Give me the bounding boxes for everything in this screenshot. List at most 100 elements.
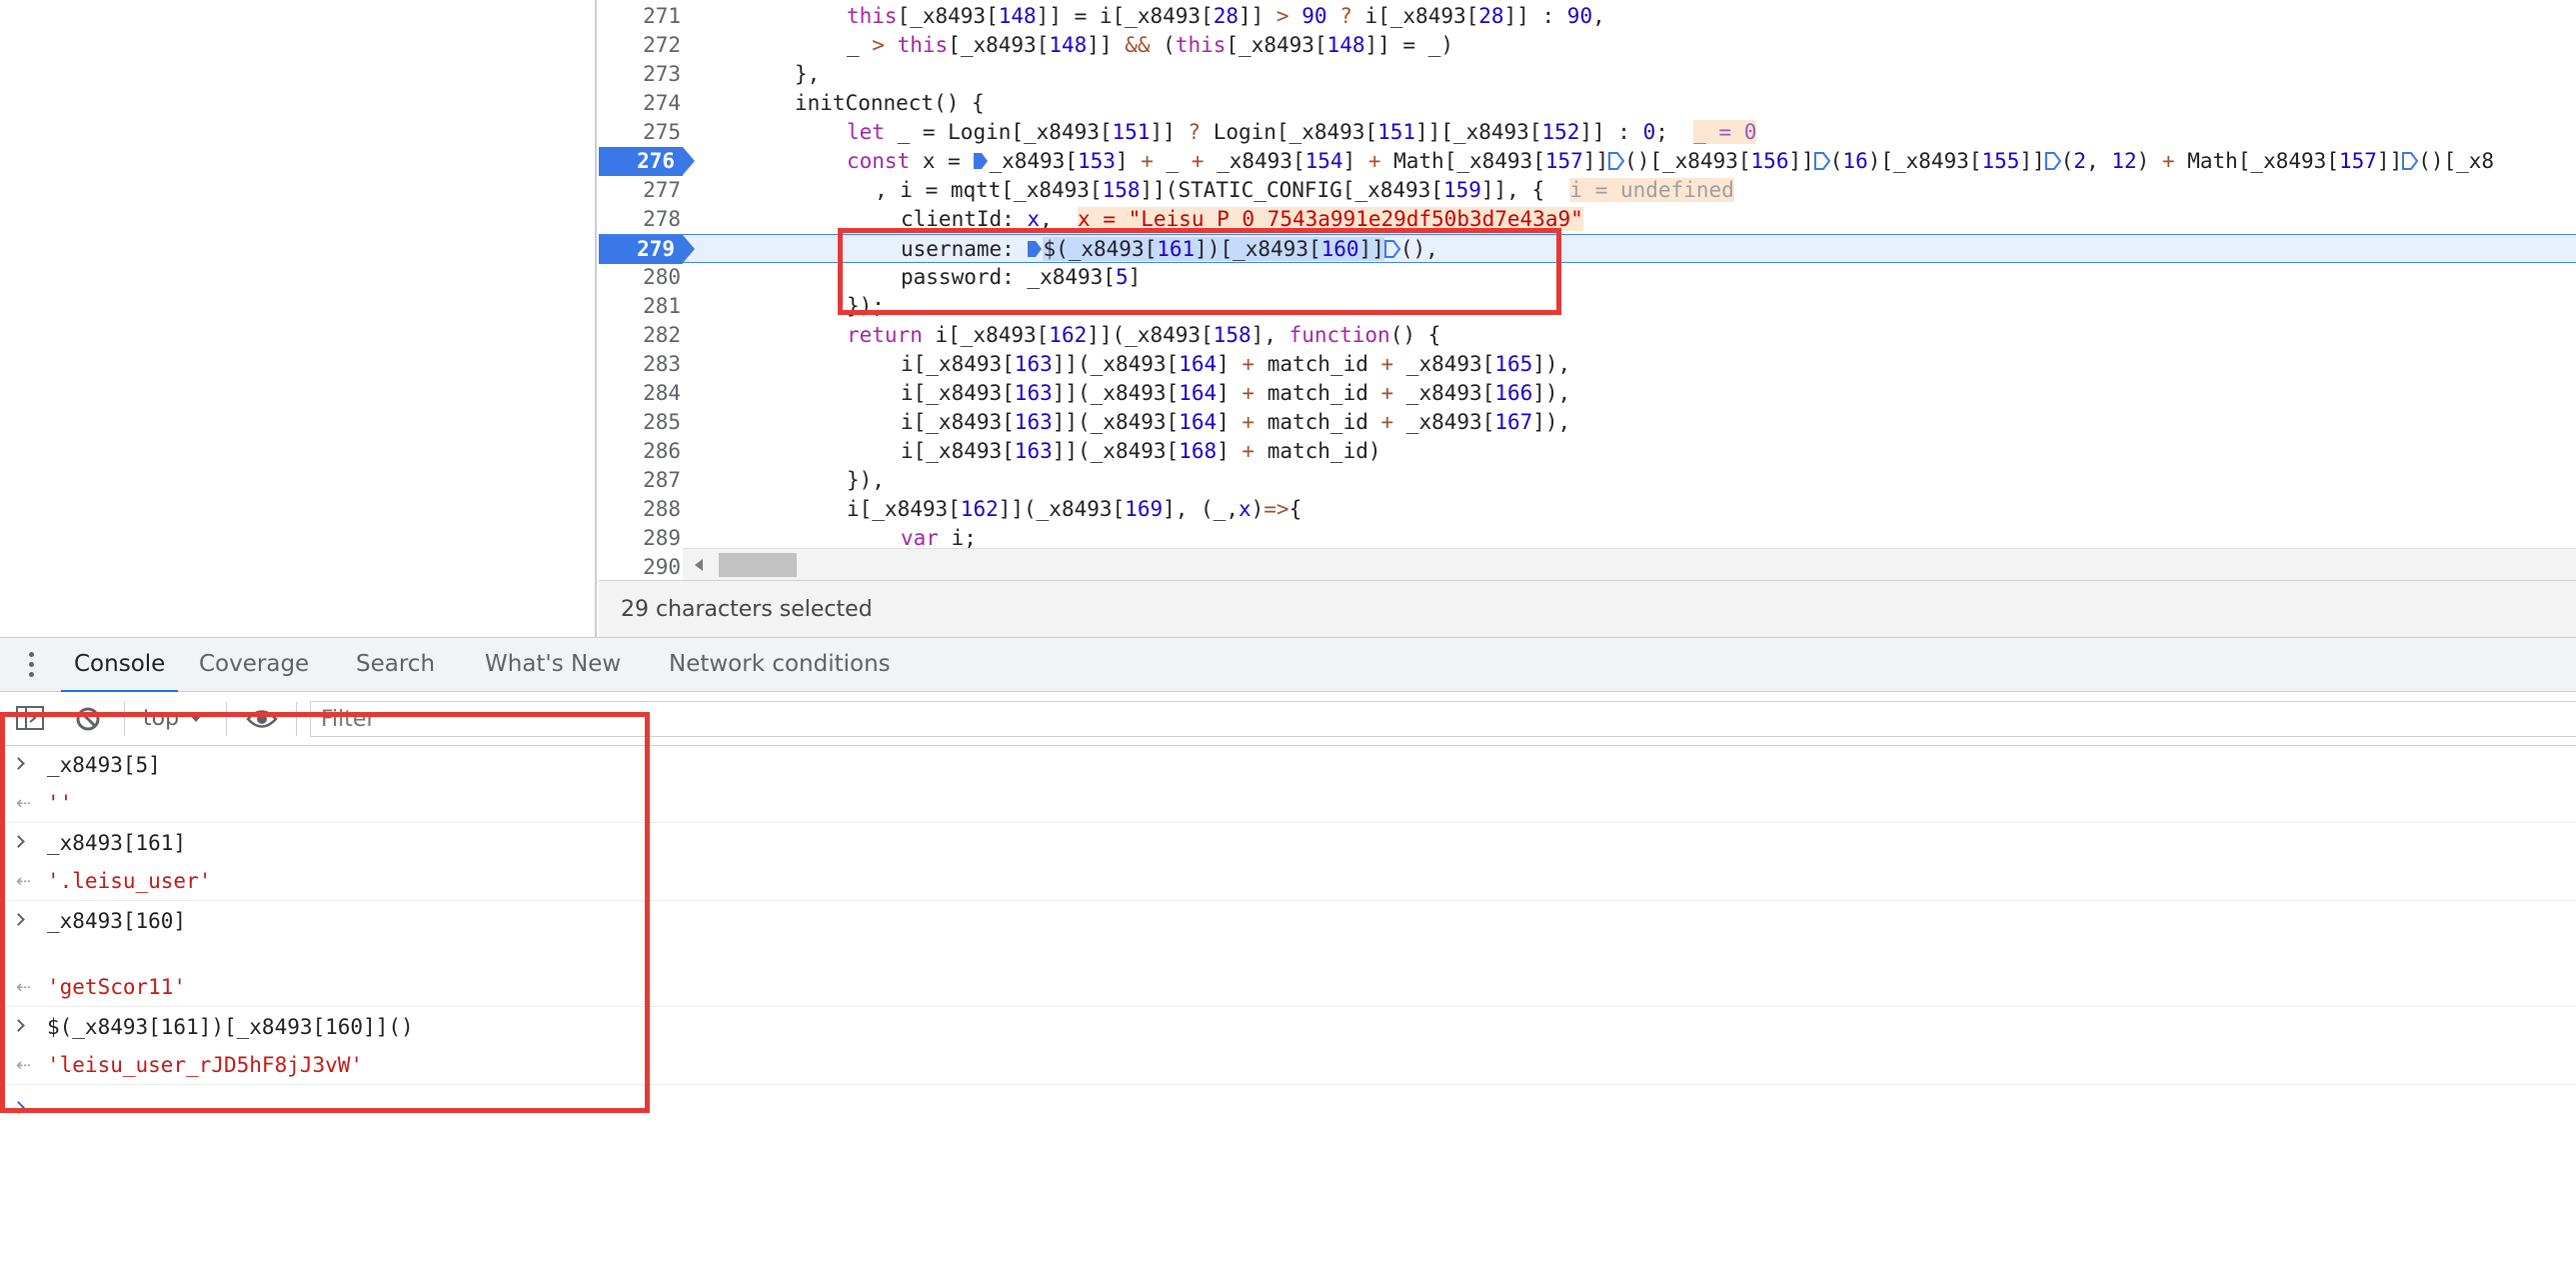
code-text: i[_x8493[163]](_x8493[168] + match_id) (901, 439, 1381, 463)
tab-coverage[interactable]: Coverage (186, 638, 322, 693)
code-line-283[interactable]: 283 i[_x8493[163]](_x8493[164] + match_i… (599, 350, 2576, 379)
input-prompt-icon (12, 913, 25, 926)
tab-search[interactable]: Search (343, 638, 448, 693)
tab-network-conditions[interactable]: Network conditions (656, 638, 904, 693)
line-number[interactable]: 277 (599, 176, 689, 205)
line-number[interactable]: 282 (599, 321, 689, 350)
code-text: return i[_x8493[162]](_x8493[158], funct… (847, 323, 1441, 347)
breakpoint-marker[interactable]: 279 (599, 235, 695, 264)
breakpoint-marker[interactable]: 276 (599, 147, 695, 176)
step-marker-icon[interactable] (1027, 240, 1043, 258)
console-output[interactable]: _x8493[5] ⇠ '' _x8493[161] ⇠ '.leisu_user'… (0, 746, 2576, 1275)
filter-input[interactable] (310, 701, 2576, 737)
code-text: const x = _x8493[153] + _ + _x8493[154] … (847, 149, 2495, 173)
code-line-272[interactable]: 272 _ > this[_x8493[148]] && (this[_x849… (599, 31, 2576, 60)
code-line-284[interactable]: 284 i[_x8493[163]](_x8493[164] + match_i… (599, 379, 2576, 408)
code-text: , i = mqtt[_x8493[158]](STATIC_CONFIG[_x… (875, 178, 1734, 202)
dropdown-caret-icon (189, 714, 204, 722)
line-number[interactable]: 272 (599, 31, 689, 60)
line-number[interactable]: 290 (599, 553, 689, 580)
code-line-274[interactable]: 274 initConnect() { (599, 89, 2576, 118)
console-input[interactable]: $(_x8493[161])[_x8493[160]]() (0, 1008, 2576, 1046)
code-text: _ > this[_x8493[148]] && (this[_x8493[14… (847, 33, 1453, 57)
sidebar-toggle-icon[interactable] (16, 706, 44, 732)
code-text: this[_x8493[148]] = i[_x8493[28]] > 90 ?… (847, 4, 1605, 28)
step-marker-icon[interactable] (1383, 240, 1400, 258)
step-marker-icon[interactable] (1813, 152, 1830, 170)
code-line-281[interactable]: 281 }); (599, 292, 2576, 321)
sources-editor[interactable]: 271 this[_x8493[148]] = i[_x8493[28]] > … (599, 0, 2576, 580)
code-line-273[interactable]: 273 }, (599, 60, 2576, 89)
code-line-278[interactable]: 278 clientId: x, x = "Leisu_P_0_7543a991… (599, 205, 2576, 234)
console-result[interactable]: ⇠'leisu_user_rJD5hF8jJ3vW' (0, 1046, 2576, 1084)
eye-icon[interactable] (246, 706, 278, 732)
step-marker-icon[interactable] (1608, 152, 1625, 170)
result-arrow-icon: ⇠ (16, 793, 32, 814)
console-result[interactable]: ⇠'getScor11' (0, 968, 2576, 1006)
code-line-282[interactable]: 282 return i[_x8493[162]](_x8493[158], f… (599, 321, 2576, 350)
tab-whats-new[interactable]: What's New (472, 638, 634, 693)
code-text: clientId: x, x = "Leisu_P_0_7543a991e29d… (901, 207, 1583, 231)
line-number[interactable]: 289 (599, 524, 689, 553)
line-number[interactable]: 288 (599, 495, 689, 524)
code-text: i[_x8493[163]](_x8493[164] + match_id + … (901, 352, 1571, 376)
line-number[interactable]: 274 (599, 89, 689, 118)
step-marker-icon[interactable] (973, 152, 989, 170)
scroll-left-arrow-icon[interactable] (695, 559, 703, 571)
result-arrow-icon: ⇠ (16, 871, 32, 892)
console-prompt-icon[interactable] (12, 1101, 25, 1114)
code-text: initConnect() { (795, 91, 985, 115)
console-entry: _x8493[5] ⇠ '' (0, 746, 2576, 823)
code-line-277[interactable]: 277 , i = mqtt[_x8493[158]](STATIC_CONFI… (599, 176, 2576, 205)
code-line-287[interactable]: 287 }), (599, 466, 2576, 495)
line-number[interactable]: 280 (599, 263, 689, 292)
console-result[interactable]: ⇠ '' (0, 784, 2576, 822)
step-marker-icon[interactable] (2402, 152, 2419, 170)
horizontal-scrollbar[interactable] (683, 548, 2576, 580)
console-entry: _x8493[160] ⇠'getScor11' (0, 902, 2576, 1007)
console-result[interactable]: ⇠ '.leisu_user' (0, 862, 2576, 900)
code-text: i[_x8493[162]](_x8493[169], (_,x)=>{ (847, 497, 1302, 521)
code-text: }); (847, 294, 885, 318)
code-line-286[interactable]: 286 i[_x8493[163]](_x8493[168] + match_i… (599, 437, 2576, 466)
line-number[interactable]: 286 (599, 437, 689, 466)
code-line-275[interactable]: 275 let _ = Login[_x8493[151]] ? Login[_… (599, 118, 2576, 147)
console-entry: _x8493[161] ⇠ '.leisu_user' (0, 824, 2576, 901)
step-marker-icon[interactable] (2044, 152, 2061, 170)
code-text: password: _x8493[5] (901, 265, 1142, 289)
input-prompt-icon (12, 1019, 25, 1032)
context-selector[interactable]: top (143, 702, 204, 736)
code-text: }, (795, 62, 821, 86)
inline-value-hint: x = "Leisu_P_0_7543a991e29df50b3d7e43a9" (1078, 207, 1583, 231)
inline-value-hint: _ = 0 (1693, 120, 1757, 144)
line-number[interactable]: 271 (599, 2, 689, 31)
line-number[interactable]: 275 (599, 118, 689, 147)
scrollbar-thumb[interactable] (719, 553, 797, 577)
inline-value-hint: i = undefined (1569, 178, 1734, 202)
line-number[interactable]: 283 (599, 350, 689, 379)
line-number[interactable]: 285 (599, 408, 689, 437)
line-number[interactable]: 284 (599, 379, 689, 408)
context-value: top (143, 706, 180, 731)
code-line-271[interactable]: 271 this[_x8493[148]] = i[_x8493[28]] > … (599, 2, 2576, 31)
code-line-285[interactable]: 285 i[_x8493[163]](_x8493[164] + match_i… (599, 408, 2576, 437)
line-number[interactable]: 281 (599, 292, 689, 321)
code-line-279-current[interactable]: 279 username: $(_x8493[161])[_x8493[160]… (599, 234, 2576, 264)
console-input[interactable]: _x8493[161] (0, 824, 2576, 862)
clear-console-icon[interactable] (74, 706, 102, 732)
code-line-288[interactable]: 288 i[_x8493[162]](_x8493[169], (_,x)=>{ (599, 495, 2576, 524)
code-text: i[_x8493[163]](_x8493[164] + match_id + … (901, 410, 1571, 434)
kebab-menu-icon[interactable] (26, 652, 36, 680)
code-text: i[_x8493[163]](_x8493[164] + match_id + … (901, 381, 1571, 405)
code-line-276[interactable]: 276 const x = _x8493[153] + _ + _x8493[1… (599, 147, 2576, 176)
code-line-280[interactable]: 280 password: _x8493[5] (599, 263, 2576, 292)
line-number[interactable]: 273 (599, 60, 689, 89)
line-number[interactable]: 287 (599, 466, 689, 495)
tab-console[interactable]: Console (61, 638, 179, 693)
console-input[interactable]: _x8493[160] (0, 902, 2576, 940)
line-number[interactable]: 278 (599, 205, 689, 234)
console-toolbar: top (0, 692, 2576, 746)
page-viewport (0, 0, 597, 637)
console-input[interactable]: _x8493[5] (0, 746, 2576, 784)
code-text: let _ = Login[_x8493[151]] ? Login[_x849… (847, 120, 1757, 144)
